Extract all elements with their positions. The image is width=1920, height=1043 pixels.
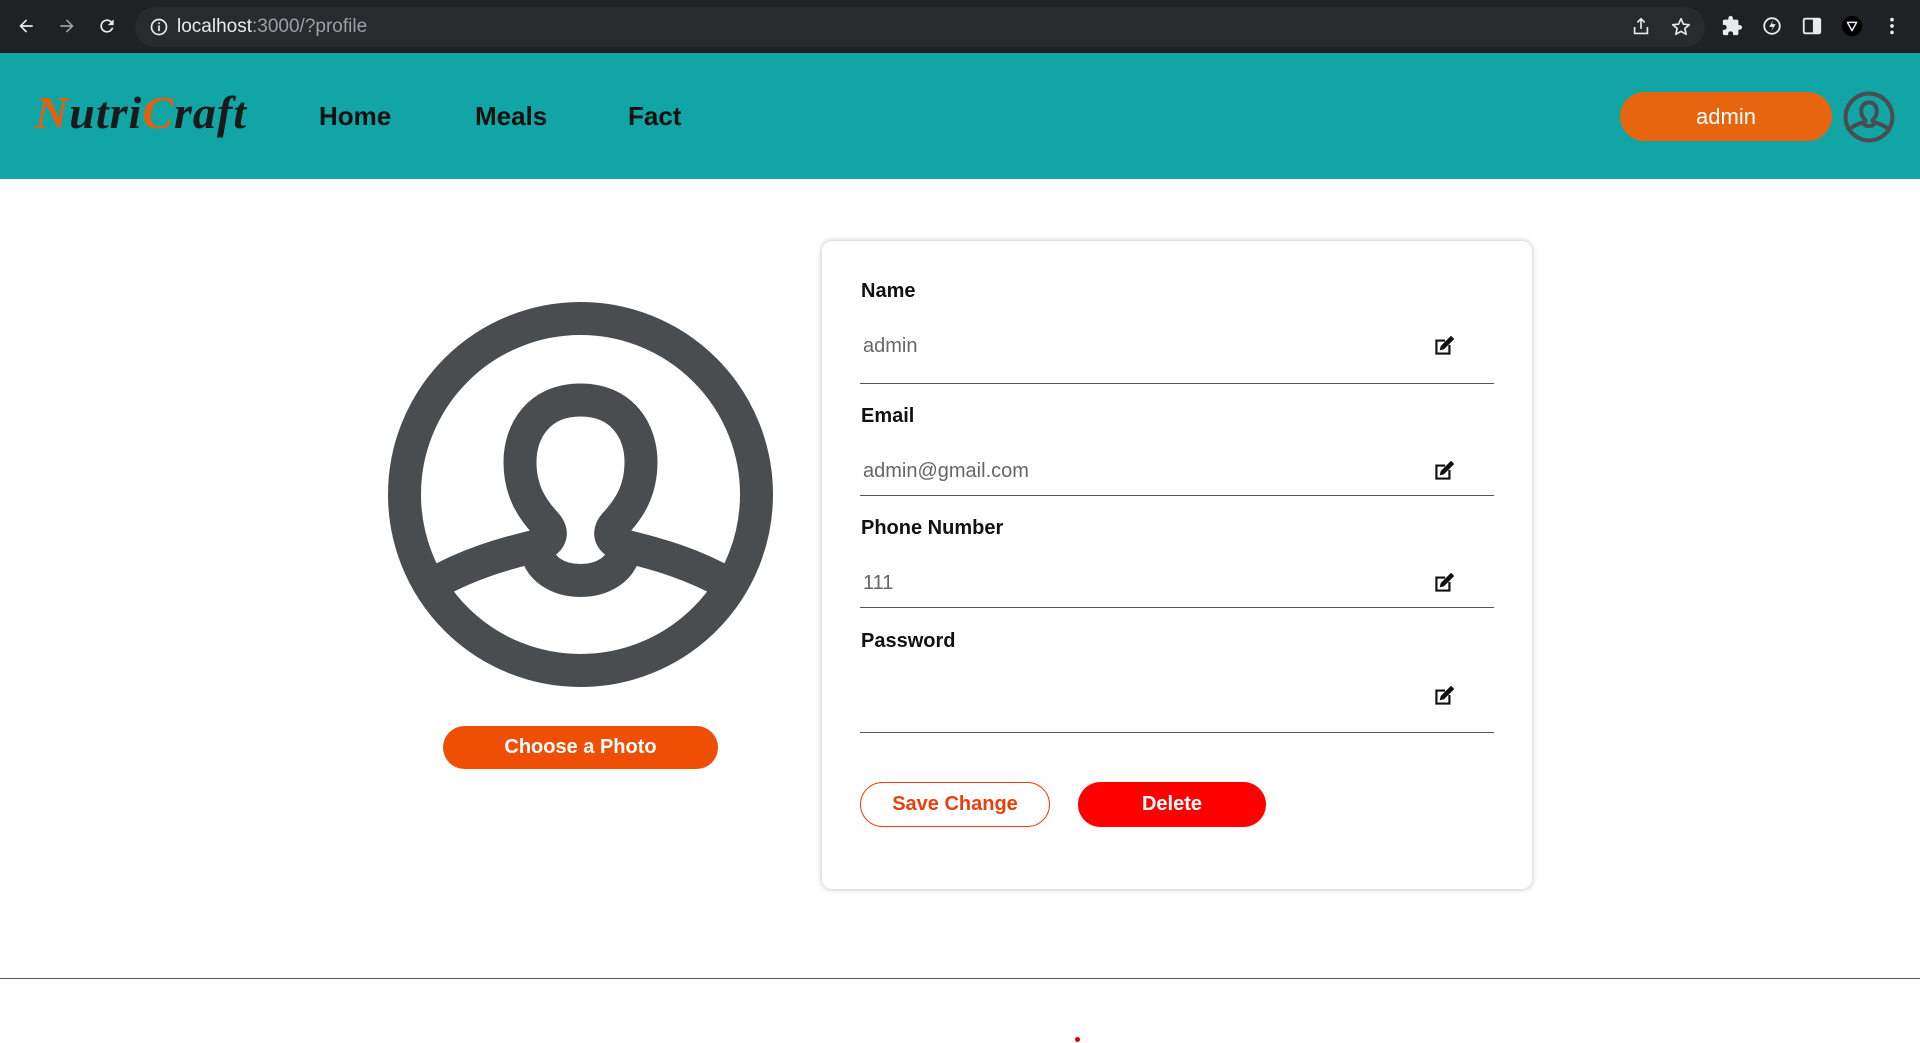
puzzle-icon bbox=[1722, 15, 1743, 36]
email-field[interactable]: admin@gmail.com bbox=[863, 460, 1029, 483]
sync-extension-button[interactable] bbox=[1759, 13, 1785, 39]
red-dot bbox=[1075, 1037, 1080, 1042]
url-host: localhost bbox=[177, 16, 252, 37]
logo-text-utri: utri bbox=[69, 87, 143, 138]
app-header: NutriCraft Home Meals Fact admin bbox=[0, 53, 1920, 179]
info-icon[interactable] bbox=[149, 17, 169, 37]
nutricraft-logo[interactable]: NutriCraft bbox=[35, 86, 247, 139]
reload-icon bbox=[100, 19, 114, 33]
back-arrow-icon bbox=[19, 19, 33, 33]
url-path: :3000/?profile bbox=[252, 16, 368, 37]
url-text: localhost:3000/?profile bbox=[177, 16, 367, 38]
user-name-button[interactable]: admin bbox=[1620, 92, 1832, 141]
password-label: Password bbox=[861, 630, 956, 652]
password-underline bbox=[860, 732, 1494, 733]
share-icon[interactable] bbox=[1630, 16, 1652, 38]
edit-icon[interactable] bbox=[1431, 683, 1457, 709]
star-icon[interactable] bbox=[1670, 16, 1692, 38]
save-change-button[interactable]: Save Change bbox=[860, 782, 1050, 827]
forward-arrow-icon bbox=[60, 19, 74, 33]
sync-icon bbox=[1763, 17, 1781, 35]
profile-form-card: Name admin Email admin@gmail.com Phone N… bbox=[822, 241, 1532, 889]
phone-field[interactable]: 111 bbox=[863, 572, 893, 595]
edit-icon[interactable] bbox=[1431, 458, 1457, 484]
back-button[interactable] bbox=[10, 10, 42, 42]
sidebar-icon bbox=[1802, 17, 1822, 35]
edit-icon[interactable] bbox=[1431, 333, 1457, 359]
nav-fact[interactable]: Fact bbox=[628, 101, 681, 132]
profile-extension-icon bbox=[1841, 15, 1863, 37]
name-underline bbox=[860, 383, 1494, 384]
delete-button[interactable]: Delete bbox=[1078, 782, 1266, 827]
forward-button[interactable] bbox=[51, 10, 83, 42]
nav-meals[interactable]: Meals bbox=[475, 101, 547, 132]
logo-letter-c: C bbox=[142, 87, 174, 138]
address-bar[interactable]: localhost:3000/?profile bbox=[135, 7, 1705, 47]
email-underline bbox=[860, 495, 1494, 496]
browser-toolbar: localhost:3000/?profile bbox=[0, 0, 1920, 53]
email-label: Email bbox=[861, 405, 915, 427]
profile-avatar-icon bbox=[388, 302, 773, 687]
nav-home[interactable]: Home bbox=[319, 101, 391, 132]
logo-text-raft: raft bbox=[173, 87, 247, 138]
logo-letter-n: N bbox=[35, 87, 70, 138]
name-label: Name bbox=[861, 280, 916, 302]
footer-divider bbox=[0, 978, 1920, 979]
phone-underline bbox=[860, 607, 1494, 608]
user-circle-icon[interactable] bbox=[1843, 91, 1895, 143]
browser-menu-button[interactable] bbox=[1879, 13, 1905, 39]
name-field[interactable]: admin bbox=[863, 335, 917, 358]
kebab-menu-icon bbox=[1890, 17, 1894, 35]
choose-photo-button[interactable]: Choose a Photo bbox=[443, 726, 718, 769]
side-panel-button[interactable] bbox=[1799, 13, 1825, 39]
phone-label: Phone Number bbox=[861, 517, 1004, 539]
edit-icon[interactable] bbox=[1431, 570, 1457, 596]
reload-button[interactable] bbox=[91, 10, 123, 42]
profile-extension-button[interactable] bbox=[1839, 13, 1865, 39]
extensions-button[interactable] bbox=[1719, 13, 1745, 39]
